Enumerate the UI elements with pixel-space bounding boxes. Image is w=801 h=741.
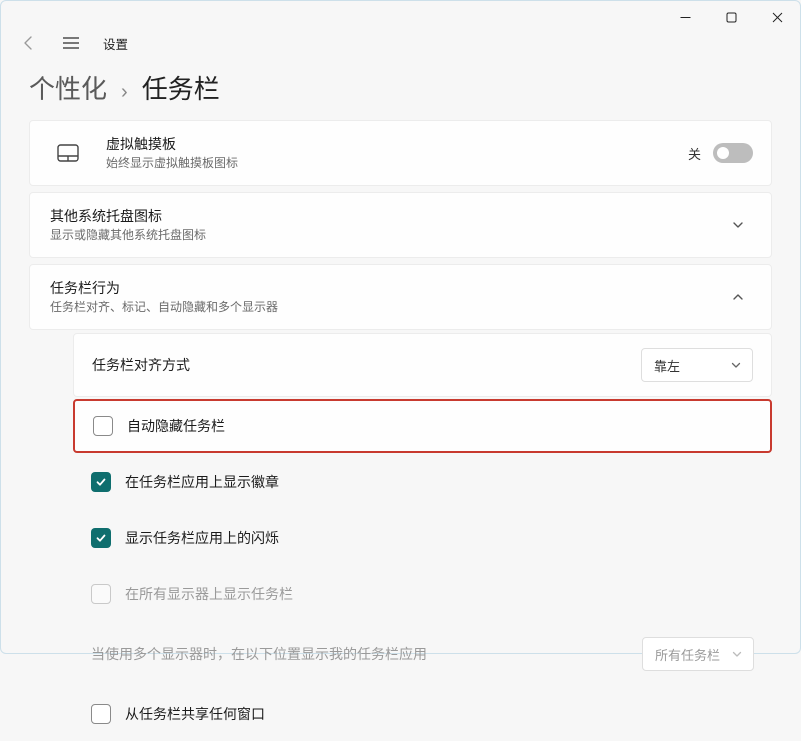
breadcrumb: 个性化 › 任务栏 [1, 57, 800, 120]
chevron-down-icon [723, 218, 753, 232]
row-show-flashing[interactable]: 显示任务栏应用上的闪烁 [73, 511, 772, 565]
taskbar-behaviors-body: 任务栏对齐方式 靠左 自动隐藏任务栏 在任务栏应用上显示徽章 显示任务栏应用上的… [29, 333, 772, 741]
row-label: 当使用多个显示器时，在以下位置显示我的任务栏应用 [91, 644, 642, 664]
window-minimize-button[interactable] [662, 1, 708, 33]
row-taskbar-alignment: 任务栏对齐方式 靠左 [73, 333, 772, 397]
select-value: 所有任务栏 [655, 645, 723, 664]
setting-subtitle: 任务栏对齐、标记、自动隐藏和多个显示器 [50, 299, 723, 315]
taskbar-alignment-select[interactable]: 靠左 [641, 348, 753, 382]
back-button[interactable] [19, 35, 39, 51]
breadcrumb-current: 任务栏 [142, 69, 220, 106]
row-multi-monitor-taskbar: 当使用多个显示器时，在以下位置显示我的任务栏应用 所有任务栏 [73, 623, 772, 685]
row-share-window[interactable]: 从任务栏共享任何窗口 [73, 687, 772, 741]
row-label: 在所有显示器上显示任务栏 [125, 584, 754, 604]
touchpad-icon [48, 144, 88, 162]
row-auto-hide-taskbar[interactable]: 自动隐藏任务栏 [73, 399, 772, 453]
setting-taskbar-behaviors[interactable]: 任务栏行为 任务栏对齐、标记、自动隐藏和多个显示器 [29, 264, 772, 330]
window-close-button[interactable] [754, 1, 800, 33]
chevron-up-icon [723, 290, 753, 304]
setting-title: 虚拟触摸板 [106, 135, 688, 154]
setting-subtitle: 始终显示虚拟触摸板图标 [106, 155, 688, 171]
setting-title: 任务栏行为 [50, 279, 723, 298]
row-label: 显示任务栏应用上的闪烁 [125, 528, 754, 548]
toggle-state-label: 关 [688, 144, 701, 163]
nav-menu-button[interactable] [61, 37, 81, 49]
all-displays-checkbox [91, 584, 111, 604]
badges-checkbox[interactable] [91, 472, 111, 492]
row-label: 从任务栏共享任何窗口 [125, 704, 754, 724]
app-title: 设置 [103, 34, 128, 53]
app-header: 设置 [1, 29, 800, 57]
settings-content: 虚拟触摸板 始终显示虚拟触摸板图标 关 其他系统托盘图标 显示或隐藏其他系统托盘… [1, 120, 800, 741]
row-label: 任务栏对齐方式 [92, 355, 641, 375]
row-show-on-all-displays: 在所有显示器上显示任务栏 [73, 567, 772, 621]
row-show-badges[interactable]: 在任务栏应用上显示徽章 [73, 455, 772, 509]
breadcrumb-parent[interactable]: 个性化 [29, 69, 107, 106]
select-value: 靠左 [654, 356, 722, 375]
virtual-touchpad-toggle[interactable] [713, 143, 753, 163]
chevron-right-icon: › [121, 81, 128, 104]
setting-subtitle: 显示或隐藏其他系统托盘图标 [50, 227, 723, 243]
window-maximize-button[interactable] [708, 1, 754, 33]
setting-other-tray-icons[interactable]: 其他系统托盘图标 显示或隐藏其他系统托盘图标 [29, 192, 772, 258]
auto-hide-checkbox[interactable] [93, 416, 113, 436]
share-window-checkbox[interactable] [91, 704, 111, 724]
setting-virtual-touchpad[interactable]: 虚拟触摸板 始终显示虚拟触摸板图标 关 [29, 120, 772, 186]
multi-monitor-select: 所有任务栏 [642, 637, 754, 671]
row-label: 自动隐藏任务栏 [127, 416, 752, 436]
flashing-checkbox[interactable] [91, 528, 111, 548]
setting-title: 其他系统托盘图标 [50, 207, 723, 226]
row-label: 在任务栏应用上显示徽章 [125, 472, 754, 492]
